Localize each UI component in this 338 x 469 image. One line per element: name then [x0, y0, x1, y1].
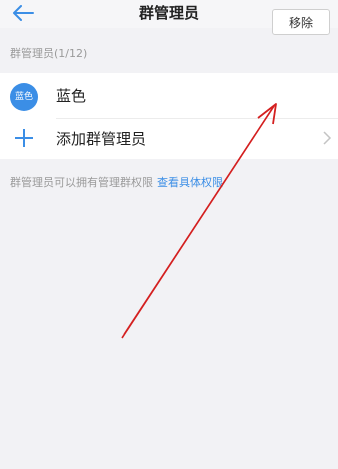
annotation-arrow [121, 103, 277, 339]
admin-row[interactable]: 蓝色 蓝色 [0, 73, 338, 118]
plus-icon [15, 129, 33, 147]
admin-card: 蓝色 蓝色 添加群管理员 [0, 73, 338, 159]
add-admin-label: 添加群管理员 [56, 130, 147, 148]
admin-name: 蓝色 [56, 87, 87, 105]
section-label: 群管理员(1/12) [10, 47, 88, 60]
note-text: 群管理员可以拥有管理群权限 [10, 176, 153, 189]
permission-note: 群管理员可以拥有管理群权限 查看具体权限 [10, 174, 223, 190]
view-permissions-link[interactable]: 查看具体权限 [157, 176, 223, 189]
chevron-right-icon [323, 131, 332, 145]
avatar: 蓝色 [10, 83, 38, 111]
add-admin-row[interactable]: 添加群管理员 [0, 119, 338, 159]
remove-button[interactable]: 移除 [272, 9, 330, 35]
